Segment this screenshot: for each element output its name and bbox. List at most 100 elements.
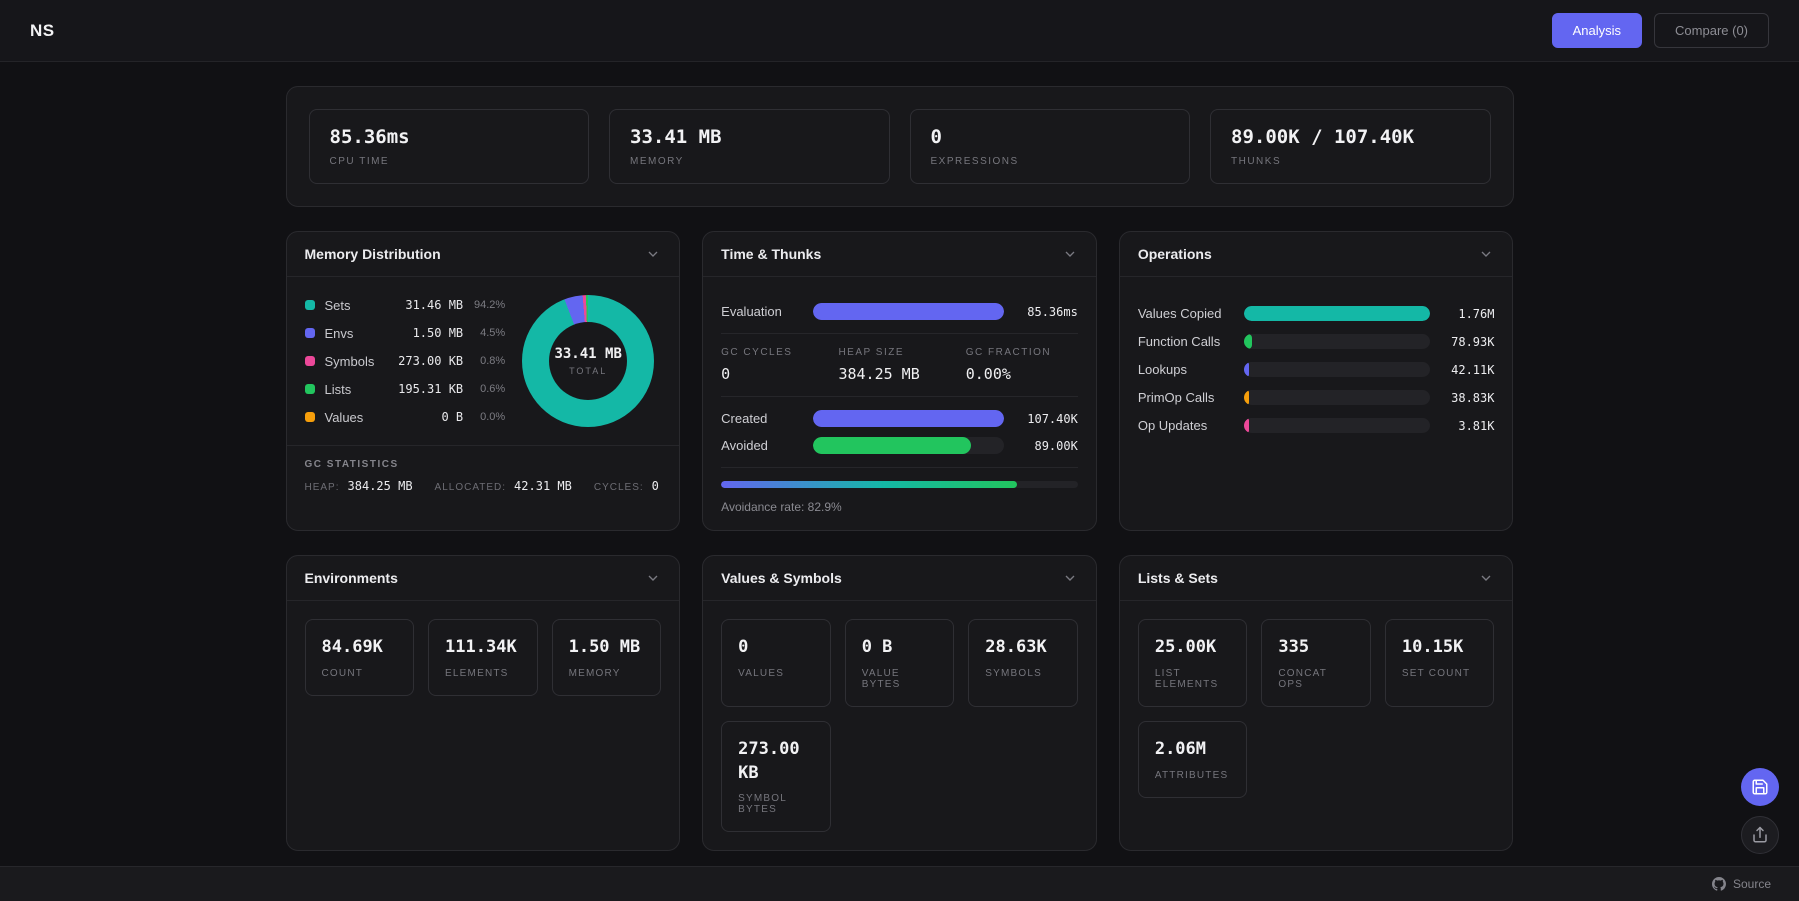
github-icon (1712, 877, 1726, 891)
gc-columns: GC CYCLES 0 HEAP SIZE 384.25 MB GC FRACT… (721, 347, 1078, 383)
value-bytes-label: VALUE BYTES (862, 668, 938, 690)
memory-distribution-title: Memory Distribution (305, 246, 441, 262)
values-copied-row: Values Copied 1.76M (1138, 306, 1495, 321)
legend-percent: 0.8% (463, 355, 505, 367)
share-button[interactable] (1741, 816, 1779, 854)
gc-allocated-value: 42.31 MB (514, 479, 572, 493)
lookups-track (1244, 362, 1431, 377)
time-thunks-header[interactable]: Time & Thunks (703, 232, 1096, 277)
lists-sets-header[interactable]: Lists & Sets (1120, 556, 1513, 601)
env-memory-card: 1.50 MB MEMORY (552, 619, 662, 696)
gc-fraction-col-value: 0.00% (966, 365, 1051, 383)
panels-row-2: Environments 84.69K COUNT 111.34K ELEMEN… (286, 555, 1514, 851)
symbols-card: 28.63K SYMBOLS (968, 619, 1078, 707)
legend-item-values: Values 0 B 0.0% (305, 410, 506, 425)
function-calls-value: 78.93K (1430, 335, 1494, 349)
function-calls-row: Function Calls 78.93K (1138, 334, 1495, 349)
divider (721, 467, 1078, 468)
operations-header[interactable]: Operations (1120, 232, 1513, 277)
concat-ops-card: 335 CONCAT OPS (1261, 619, 1371, 707)
symbol-bytes-card: 273.00 KB SYMBOL BYTES (721, 721, 831, 833)
legend-label: Sets (325, 298, 406, 313)
legend-percent: 4.5% (463, 327, 505, 339)
sets-swatch (305, 300, 315, 310)
values-copied-track (1244, 306, 1431, 321)
chevron-down-icon (1478, 246, 1494, 262)
gc-cycles-col-value: 0 (721, 365, 792, 383)
time-thunks-title: Time & Thunks (721, 246, 821, 262)
values-symbols-header[interactable]: Values & Symbols (703, 556, 1096, 601)
chevron-down-icon (1478, 570, 1494, 586)
topbar-actions: Analysis Compare (0) (1552, 13, 1769, 48)
time-thunks-body: Evaluation 85.36ms GC CYCLES 0 HEAP SIZE… (703, 277, 1096, 530)
env-count-value: 84.69K (322, 636, 398, 660)
environments-panel: Environments 84.69K COUNT 111.34K ELEMEN… (286, 555, 681, 851)
legend-percent: 0.0% (463, 411, 505, 423)
symbol-bytes-label: SYMBOL BYTES (738, 793, 814, 815)
lookups-value: 42.11K (1430, 363, 1494, 377)
created-bar-row: Created 107.40K (721, 410, 1078, 427)
values-symbols-title: Values & Symbols (721, 570, 842, 586)
lookups-fill (1244, 362, 1249, 377)
chevron-down-icon (645, 246, 661, 262)
env-elements-value: 111.34K (445, 636, 521, 660)
environments-header[interactable]: Environments (287, 556, 680, 601)
values-symbols-body: 0 VALUES 0 B VALUE BYTES 28.63K SYMBOLS … (703, 601, 1096, 850)
analysis-button[interactable]: Analysis (1552, 13, 1642, 48)
time-thunks-panel: Time & Thunks Evaluation 85.36ms GC CYCL… (702, 231, 1097, 531)
gc-allocated-label: ALLOCATED: (435, 482, 507, 493)
op-updates-row: Op Updates 3.81K (1138, 418, 1495, 433)
gc-statistics-row: HEAP: 384.25 MB ALLOCATED: 42.31 MB CYCL… (305, 479, 662, 493)
evaluation-value: 85.36ms (1004, 305, 1078, 319)
primop-calls-fill (1244, 390, 1249, 405)
environments-title: Environments (305, 570, 398, 586)
source-label: Source (1733, 877, 1771, 891)
avoidance-rate-fill (721, 481, 1017, 488)
op-updates-track (1244, 418, 1431, 433)
list-elements-label: LIST ELEMENTS (1155, 668, 1231, 690)
divider (721, 333, 1078, 334)
legend-label: Envs (325, 326, 413, 341)
app-logo: NS (30, 21, 55, 41)
source-link[interactable]: Source (1712, 877, 1771, 891)
lookups-row: Lookups 42.11K (1138, 362, 1495, 377)
operations-title: Operations (1138, 246, 1212, 262)
symbols-label: SYMBOLS (985, 668, 1061, 679)
chevron-down-icon (1062, 570, 1078, 586)
legend-value: 273.00 KB (398, 354, 463, 368)
legend-item-envs: Envs 1.50 MB 4.5% (305, 326, 506, 341)
created-bar-fill (813, 410, 1004, 427)
expressions-value: 0 (931, 126, 1170, 148)
attributes-card: 2.06M ATTRIBUTES (1138, 721, 1248, 798)
attributes-value: 2.06M (1155, 738, 1231, 762)
lists-swatch (305, 384, 315, 394)
values-value: 0 (738, 636, 814, 660)
set-count-value: 10.15K (1402, 636, 1478, 660)
memory-distribution-header[interactable]: Memory Distribution (287, 232, 680, 277)
evaluation-bar-fill (813, 303, 1004, 320)
op-updates-value: 3.81K (1430, 419, 1494, 433)
divider (721, 396, 1078, 397)
save-button[interactable] (1741, 768, 1779, 806)
function-calls-track (1244, 334, 1431, 349)
env-count-card: 84.69K COUNT (305, 619, 415, 696)
top-bar: NS Analysis Compare (0) (0, 0, 1799, 62)
footer: Source (0, 866, 1799, 901)
avoided-bar-track (813, 437, 1004, 454)
evaluation-bar-row: Evaluation 85.36ms (721, 303, 1078, 320)
op-updates-fill (1244, 418, 1249, 433)
gc-allocated: ALLOCATED: 42.31 MB (435, 479, 572, 493)
env-memory-value: 1.50 MB (569, 636, 645, 660)
memory-donut-chart: 33.41 MB TOTAL (522, 295, 654, 427)
avoided-value: 89.00K (1004, 439, 1078, 453)
heap-size-col-label: HEAP SIZE (838, 347, 919, 358)
list-elements-card: 25.00K LIST ELEMENTS (1138, 619, 1248, 707)
main-content: 85.36ms CPU TIME 33.41 MB MEMORY 0 EXPRE… (286, 62, 1514, 851)
cpu-time-card: 85.36ms CPU TIME (309, 109, 590, 184)
values-copied-fill (1244, 306, 1431, 321)
legend-label: Lists (325, 382, 399, 397)
legend-item-lists: Lists 195.31 KB 0.6% (305, 382, 506, 397)
cpu-time-value: 85.36ms (330, 126, 569, 148)
lookups-label: Lookups (1138, 362, 1244, 377)
compare-button[interactable]: Compare (0) (1654, 13, 1769, 48)
